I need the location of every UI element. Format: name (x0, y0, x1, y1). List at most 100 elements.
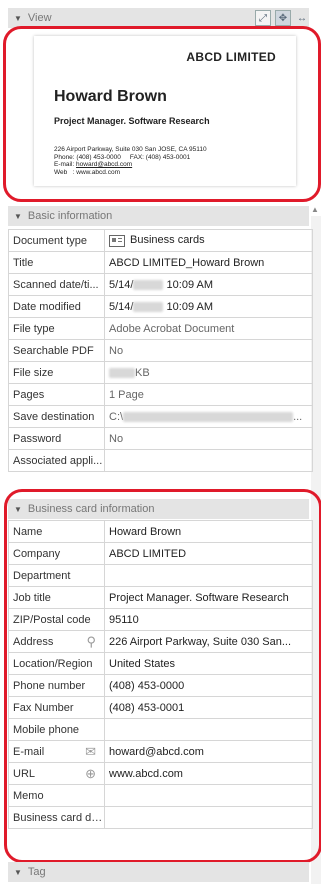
address-field[interactable]: 226 Airport Parkway, Suite 030 San... (104, 630, 313, 653)
title-value[interactable]: ABCD LIMITED_Howard Brown (104, 251, 313, 274)
mobile-field[interactable] (104, 718, 313, 741)
globe-icon[interactable]: ⊕ (85, 767, 96, 780)
password-value: No (104, 427, 313, 450)
row-label: URL (13, 767, 36, 780)
table-row[interactable]: ZIP/Postal code 95110 (8, 608, 313, 631)
card-address: 226 Airport Parkway, Suite 030 San JOSE,… (54, 146, 207, 153)
name-field[interactable]: Howard Brown (104, 520, 313, 543)
table-row[interactable]: Department (8, 564, 313, 587)
map-pin-icon[interactable]: ⚲ (86, 635, 96, 648)
redacted-block (133, 279, 164, 290)
row-label-cell: E-mail ✉ (8, 740, 105, 763)
searchable-pdf-value: No (104, 339, 313, 362)
tag-header-label: Tag (27, 866, 46, 878)
table-row[interactable]: Fax Number (408) 453-0001 (8, 696, 313, 719)
table-row[interactable]: Password No (8, 427, 313, 450)
business-card-date-field[interactable] (104, 806, 313, 829)
tag-section-header[interactable]: ▼ Tag (8, 862, 309, 882)
department-field[interactable] (104, 564, 313, 587)
row-label: Company (8, 542, 105, 565)
row-label-cell: URL ⊕ (8, 762, 105, 785)
table-row[interactable]: Date modified 5/14/ 10:09 AM (8, 295, 313, 318)
table-row[interactable]: Scanned date/ti... 5/14/ 10:09 AM (8, 273, 313, 296)
row-label: File type (8, 317, 105, 340)
pan-tool-icon[interactable]: ✥ (275, 10, 291, 26)
row-label: Searchable PDF (8, 339, 105, 362)
path-ellipsis: ... (293, 410, 303, 423)
location-field[interactable]: United States (104, 652, 313, 675)
table-row[interactable]: E-mail ✉ howard@abcd.com (8, 740, 313, 763)
table-row[interactable]: URL ⊕ www.abcd.com (8, 762, 313, 785)
collapse-triangle-icon[interactable]: ▼ (14, 505, 22, 514)
row-label: Department (8, 564, 105, 587)
memo-field[interactable] (104, 784, 313, 807)
table-row[interactable]: File size KB (8, 361, 313, 384)
basic-header-label: Basic information (27, 210, 113, 222)
row-label: Associated appli... (8, 449, 105, 472)
row-label: Password (8, 427, 105, 450)
collapse-triangle-icon[interactable]: ▼ (14, 212, 22, 221)
file-type-value: Adobe Acrobat Document (104, 317, 313, 340)
table-row[interactable]: Title ABCD LIMITED_Howard Brown (8, 251, 313, 274)
row-label: Job title (8, 586, 105, 609)
row-label: Save destination (8, 405, 105, 428)
row-value[interactable]: Business cards (104, 229, 313, 252)
file-size-value: KB (104, 361, 313, 384)
table-row[interactable]: Company ABCD LIMITED (8, 542, 313, 565)
email-field[interactable]: howard@abcd.com (104, 740, 313, 763)
phone-field[interactable]: (408) 453-0000 (104, 674, 313, 697)
table-row[interactable]: Searchable PDF No (8, 339, 313, 362)
fit-page-icon[interactable]: ⤢ (255, 10, 271, 26)
business-card-icon (109, 234, 125, 247)
row-label: Fax Number (8, 696, 105, 719)
associated-app-value[interactable] (104, 449, 313, 472)
row-label: Address (13, 635, 54, 648)
row-label: Memo (8, 784, 105, 807)
table-row[interactable]: Name Howard Brown (8, 520, 313, 543)
table-row[interactable]: Memo (8, 784, 313, 807)
table-row[interactable]: Document type Business cards (8, 229, 313, 252)
save-destination-value: C:\... (104, 405, 313, 428)
row-label: Phone number (8, 674, 105, 697)
card-name: Howard Brown (54, 88, 167, 105)
job-title-field[interactable]: Project Manager. Software Research (104, 586, 313, 609)
table-row[interactable]: Job title Project Manager. Software Rese… (8, 586, 313, 609)
size-unit: KB (135, 366, 150, 379)
envelope-icon[interactable]: ✉ (85, 745, 96, 758)
table-row[interactable]: Address ⚲ 226 Airport Parkway, Suite 030 … (8, 630, 313, 653)
basic-info-header[interactable]: ▼ Basic information (8, 206, 309, 226)
row-label: Location/Region (8, 652, 105, 675)
table-row[interactable]: File type Adobe Acrobat Document (8, 317, 313, 340)
card-phone: Phone: (408) 453-0000 FAX: (408) 453-000… (54, 153, 191, 161)
table-row[interactable]: Associated appli... (8, 449, 313, 472)
table-row[interactable]: Location/Region United States (8, 652, 313, 675)
company-field[interactable]: ABCD LIMITED (104, 542, 313, 565)
redacted-block (109, 367, 135, 378)
table-row[interactable]: Pages 1 Page (8, 383, 313, 406)
row-label: Name (8, 520, 105, 543)
zip-field[interactable]: 95110 (104, 608, 313, 631)
collapse-triangle-icon[interactable]: ▼ (14, 14, 22, 23)
card-email: howard@abcd.com (76, 161, 133, 168)
fax-field[interactable]: (408) 453-0001 (104, 696, 313, 719)
row-label: ZIP/Postal code (8, 608, 105, 631)
business-card-preview: ABCD LIMITED Howard Brown Project Manage… (34, 36, 296, 186)
redacted-block (123, 411, 294, 422)
card-contact-block: 226 Airport Parkway, Suite 030 San JOSE,… (54, 146, 207, 176)
date-prefix: 5/14/ (109, 300, 134, 313)
table-row[interactable]: Phone number (408) 453-0000 (8, 674, 313, 697)
path-prefix: C:\ (109, 410, 124, 423)
basic-info-table: Document type Business cards Title ABCD … (8, 229, 313, 472)
row-label: Scanned date/ti... (8, 273, 105, 296)
collapse-triangle-icon[interactable]: ▼ (14, 868, 22, 877)
view-section-header[interactable]: ▼ View ⤢ ✥ ↔ (8, 8, 309, 28)
fit-width-icon[interactable]: ↔ (295, 11, 309, 25)
business-card-info-header[interactable]: ▼ Business card information (8, 499, 309, 519)
table-row[interactable]: Save destination C:\... (8, 405, 313, 428)
table-row[interactable]: Business card da... (8, 806, 313, 829)
card-email-prefix: E-mail: (54, 161, 77, 168)
time-value: 10:09 AM (166, 300, 214, 313)
table-row[interactable]: Mobile phone (8, 718, 313, 741)
url-field[interactable]: www.abcd.com (104, 762, 313, 785)
redacted-block (133, 301, 164, 312)
